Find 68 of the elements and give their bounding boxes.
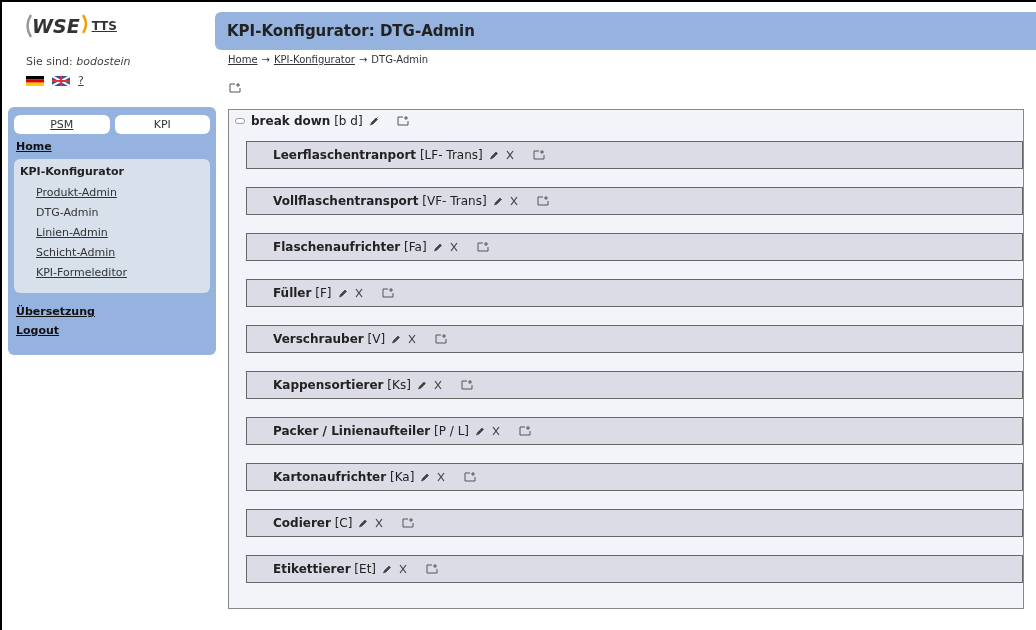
node-label: Vollflaschentransport [VF- Trans] bbox=[273, 194, 487, 208]
add-node-icon[interactable] bbox=[536, 196, 549, 206]
add-node-icon[interactable] bbox=[435, 334, 448, 344]
add-node-icon[interactable] bbox=[460, 380, 473, 390]
delete-icon[interactable] bbox=[436, 472, 447, 482]
breadcrumb-link[interactable]: KPI-Konfigurator bbox=[273, 54, 355, 65]
german-flag-icon[interactable] bbox=[26, 75, 44, 86]
node-label: Verschrauber [V] bbox=[273, 332, 386, 346]
help-link[interactable]: ? bbox=[78, 74, 84, 87]
delete-icon[interactable] bbox=[432, 380, 443, 390]
delete-icon[interactable] bbox=[353, 288, 364, 298]
node-label: break down [b d] bbox=[251, 114, 363, 128]
node-label: Kappensortierer [Ks] bbox=[273, 378, 411, 392]
add-node-icon[interactable] bbox=[464, 472, 477, 482]
pencil-icon[interactable] bbox=[382, 564, 392, 574]
nav-link[interactable]: Logout bbox=[16, 324, 210, 337]
pencil-icon[interactable] bbox=[475, 426, 486, 436]
nav-item[interactable]: DTG-Admin bbox=[36, 203, 204, 223]
sidebar-tab[interactable]: PSM bbox=[14, 115, 110, 134]
home-link[interactable]: Home bbox=[16, 140, 210, 153]
logo-arc-icon bbox=[24, 14, 32, 38]
pencil-icon[interactable] bbox=[432, 242, 443, 252]
pencil-icon[interactable] bbox=[420, 472, 431, 482]
pencil-icon[interactable] bbox=[337, 288, 348, 298]
pencil-icon[interactable] bbox=[391, 334, 402, 344]
uk-flag-icon[interactable] bbox=[52, 75, 70, 86]
delete-icon[interactable] bbox=[508, 196, 519, 206]
collapse-icon[interactable] bbox=[235, 118, 245, 124]
node-label: Füller [F] bbox=[273, 286, 332, 300]
sidebar-tab[interactable]: KPI bbox=[114, 115, 210, 134]
breadcrumb-current: DTG-Admin bbox=[371, 54, 429, 65]
pencil-icon[interactable] bbox=[416, 380, 427, 390]
breadcrumb-arrow: → bbox=[358, 54, 368, 65]
delete-icon[interactable] bbox=[448, 242, 459, 252]
nav-item[interactable]: Linien-Admin bbox=[36, 223, 204, 243]
section-title: KPI-Konfigurator bbox=[20, 165, 125, 178]
nav-item[interactable]: Schicht-Admin bbox=[36, 243, 204, 263]
breadcrumb-arrow: → bbox=[261, 54, 270, 65]
node-label: Codierer [C] bbox=[273, 516, 353, 530]
add-node-icon[interactable] bbox=[476, 242, 489, 252]
node-label: Flaschenaufrichter [Fa] bbox=[273, 240, 427, 254]
node-label: Kartonaufrichter [Ka] bbox=[273, 470, 415, 484]
node-label: Leerflaschentranport [LF- Trans] bbox=[273, 148, 483, 162]
node-label: Etikettierer [Et] bbox=[273, 562, 376, 576]
delete-icon[interactable] bbox=[407, 334, 418, 344]
add-node-icon[interactable] bbox=[532, 150, 545, 160]
delete-icon[interactable] bbox=[374, 518, 385, 528]
pencil-icon[interactable] bbox=[358, 518, 369, 528]
delete-icon[interactable] bbox=[398, 564, 408, 574]
logged-in-user: Sie sind: bodostein bbox=[26, 55, 132, 68]
delete-icon[interactable] bbox=[504, 150, 515, 160]
delete-icon[interactable] bbox=[491, 426, 502, 436]
company-logo[interactable]: WSE TTS bbox=[24, 14, 117, 38]
breadcrumb-link[interactable]: Home bbox=[228, 54, 258, 65]
nav-item[interactable]: KPI-Formeleditor bbox=[36, 263, 204, 283]
add-node-icon[interactable] bbox=[519, 426, 532, 436]
pencil-icon[interactable] bbox=[492, 196, 503, 206]
add-node-icon[interactable] bbox=[402, 518, 415, 528]
pencil-icon[interactable] bbox=[368, 116, 379, 126]
add-node-icon[interactable] bbox=[426, 564, 438, 574]
node-label: Packer / Linienaufteiler [P / L] bbox=[273, 424, 470, 438]
add-node-icon[interactable] bbox=[381, 288, 394, 298]
add-node-icon[interactable] bbox=[229, 83, 241, 93]
nav-item[interactable]: Produkt-Admin bbox=[36, 183, 204, 203]
pencil-icon[interactable] bbox=[488, 150, 499, 160]
nav-link[interactable]: Übersetzung bbox=[16, 305, 210, 318]
page-header: KPI-Konfigurator: DTG-Admin bbox=[215, 12, 1036, 50]
add-node-icon[interactable] bbox=[396, 116, 409, 126]
